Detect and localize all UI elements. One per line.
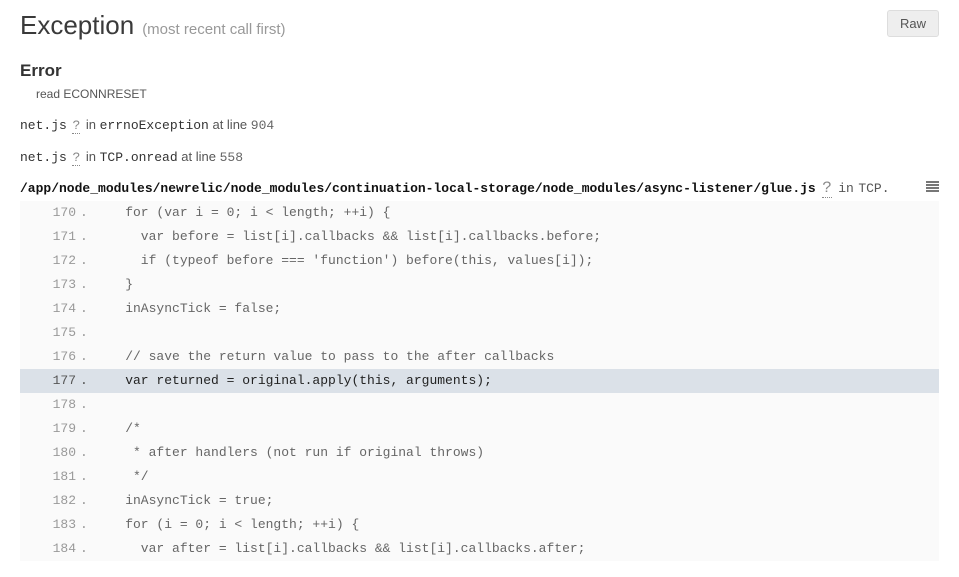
line-number: 174 bbox=[20, 297, 80, 321]
code-line: 172. if (typeof before === 'function') b… bbox=[20, 249, 939, 273]
line-number: 182 bbox=[20, 489, 80, 513]
line-number: 179 bbox=[20, 417, 80, 441]
line-source: } bbox=[94, 273, 939, 297]
code-line: 171. var before = list[i].callbacks && l… bbox=[20, 225, 939, 249]
code-line-highlighted: 177. var returned = original.apply(this,… bbox=[20, 369, 939, 393]
line-dot: . bbox=[80, 489, 94, 513]
stack-frame-expanded[interactable]: /app/node_modules/newrelic/node_modules/… bbox=[20, 179, 939, 197]
code-line: 182. inAsyncTick = true; bbox=[20, 489, 939, 513]
line-dot: . bbox=[80, 273, 94, 297]
line-number: 184 bbox=[20, 537, 80, 561]
line-source: inAsyncTick = true; bbox=[94, 489, 939, 513]
frame-function: errnoException bbox=[100, 118, 209, 133]
line-source: var before = list[i].callbacks && list[i… bbox=[94, 225, 939, 249]
frame-file: net.js bbox=[20, 118, 67, 133]
frame-file: /app/node_modules/newrelic/node_modules/… bbox=[20, 181, 816, 196]
line-number: 170 bbox=[20, 201, 80, 225]
help-icon[interactable]: ? bbox=[72, 150, 80, 166]
frame-file: net.js bbox=[20, 150, 67, 165]
line-dot: . bbox=[80, 417, 94, 441]
line-dot: . bbox=[80, 513, 94, 537]
stack-frame[interactable]: net.js ? in TCP.onread at line 558 bbox=[20, 147, 939, 169]
line-dot: . bbox=[80, 201, 94, 225]
code-line: 170. for (var i = 0; i < length; ++i) { bbox=[20, 201, 939, 225]
code-line: 181. */ bbox=[20, 465, 939, 489]
line-source bbox=[94, 393, 939, 417]
code-line: 175. bbox=[20, 321, 939, 345]
line-dot: . bbox=[80, 465, 94, 489]
line-number: 181 bbox=[20, 465, 80, 489]
line-number: 176 bbox=[20, 345, 80, 369]
line-source: /* bbox=[94, 417, 939, 441]
code-line: 180. * after handlers (not run if origin… bbox=[20, 441, 939, 465]
stack-frames: net.js ? in errnoException at line 904ne… bbox=[20, 115, 939, 561]
line-dot: . bbox=[80, 225, 94, 249]
frame-join-at: at line bbox=[212, 117, 247, 132]
line-number: 172 bbox=[20, 249, 80, 273]
code-line: 176. // save the return value to pass to… bbox=[20, 345, 939, 369]
error-heading: Error bbox=[20, 61, 939, 81]
help-icon[interactable]: ? bbox=[822, 179, 832, 198]
frame-join-in: in bbox=[838, 181, 854, 196]
line-dot: . bbox=[80, 321, 94, 345]
frame-line-number: 904 bbox=[251, 118, 274, 133]
frame-line-number: 558 bbox=[220, 150, 243, 165]
code-line: 184. var after = list[i].callbacks && li… bbox=[20, 537, 939, 561]
line-number: 175 bbox=[20, 321, 80, 345]
line-number: 183 bbox=[20, 513, 80, 537]
line-dot: . bbox=[80, 297, 94, 321]
raw-button[interactable]: Raw bbox=[887, 10, 939, 37]
exception-header: Exception (most recent call first) Raw bbox=[20, 10, 939, 41]
frame-function: TCP.onread bbox=[100, 150, 178, 165]
line-source bbox=[94, 321, 939, 345]
line-source: */ bbox=[94, 465, 939, 489]
line-number: 180 bbox=[20, 441, 80, 465]
line-dot: . bbox=[80, 441, 94, 465]
line-dot: . bbox=[80, 537, 94, 561]
line-number: 171 bbox=[20, 225, 80, 249]
code-line: 173. } bbox=[20, 273, 939, 297]
context-toggle-icon[interactable] bbox=[926, 179, 939, 197]
line-source: * after handlers (not run if original th… bbox=[94, 441, 939, 465]
line-source: var returned = original.apply(this, argu… bbox=[94, 369, 939, 393]
line-number: 178 bbox=[20, 393, 80, 417]
line-source: // save the return value to pass to the … bbox=[94, 345, 939, 369]
code-line: 179. /* bbox=[20, 417, 939, 441]
frame-join-in: in bbox=[86, 117, 96, 132]
line-source: for (var i = 0; i < length; ++i) { bbox=[94, 201, 939, 225]
stack-frame[interactable]: net.js ? in errnoException at line 904 bbox=[20, 115, 939, 137]
code-line: 183. for (i = 0; i < length; ++i) { bbox=[20, 513, 939, 537]
title-wrap: Exception (most recent call first) bbox=[20, 10, 286, 41]
line-dot: . bbox=[80, 393, 94, 417]
code-line: 174. inAsyncTick = false; bbox=[20, 297, 939, 321]
line-source: for (i = 0; i < length; ++i) { bbox=[94, 513, 939, 537]
page-subtitle: (most recent call first) bbox=[142, 21, 285, 38]
line-number: 173 bbox=[20, 273, 80, 297]
code-context: 170. for (var i = 0; i < length; ++i) {1… bbox=[20, 201, 939, 562]
frame-join-in: in bbox=[86, 149, 96, 164]
line-number: 177 bbox=[20, 369, 80, 393]
code-line: 178. bbox=[20, 393, 939, 417]
line-source: inAsyncTick = false; bbox=[94, 297, 939, 321]
page-title: Exception bbox=[20, 10, 134, 41]
help-icon[interactable]: ? bbox=[72, 118, 80, 134]
line-dot: . bbox=[80, 249, 94, 273]
line-dot: . bbox=[80, 369, 94, 393]
frame-join-at: at line bbox=[181, 149, 216, 164]
line-dot: . bbox=[80, 345, 94, 369]
line-source: var after = list[i].callbacks && list[i]… bbox=[94, 537, 939, 561]
error-message: read ECONNRESET bbox=[36, 87, 939, 101]
line-source: if (typeof before === 'function') before… bbox=[94, 249, 939, 273]
frame-function: TCP. bbox=[858, 181, 889, 196]
